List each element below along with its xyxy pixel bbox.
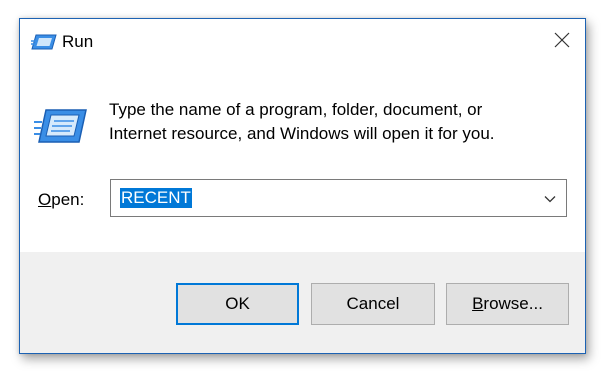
- chevron-down-icon: [544, 196, 556, 203]
- open-label: Open:: [38, 190, 84, 210]
- open-label-accel: O: [38, 190, 52, 209]
- description-line-1: Type the name of a program, folder, docu…: [109, 100, 483, 119]
- browse-label-accel: B: [472, 294, 484, 313]
- open-input-value[interactable]: RECENT: [120, 188, 192, 208]
- open-label-rest: pen:: [51, 190, 85, 209]
- dropdown-button[interactable]: [540, 189, 560, 209]
- run-dialog: Run Type the name of a program, folder, …: [19, 18, 586, 354]
- dialog-description: Type the name of a program, folder, docu…: [109, 98, 559, 146]
- title-bar[interactable]: Run: [20, 19, 585, 65]
- close-button[interactable]: [539, 19, 585, 65]
- dialog-content: Type the name of a program, folder, docu…: [20, 65, 585, 252]
- cancel-button[interactable]: Cancel: [311, 283, 435, 325]
- open-combobox[interactable]: RECENT: [110, 179, 567, 217]
- browse-button[interactable]: Browse...: [446, 283, 569, 325]
- close-icon: [554, 32, 570, 53]
- description-line-2: Internet resource, and Windows will open…: [109, 124, 495, 143]
- run-icon: [31, 32, 57, 52]
- run-program-icon: [34, 105, 88, 147]
- window-title: Run: [62, 32, 94, 51]
- browse-label-rest: rowse...: [483, 294, 543, 313]
- ok-button[interactable]: OK: [176, 283, 299, 325]
